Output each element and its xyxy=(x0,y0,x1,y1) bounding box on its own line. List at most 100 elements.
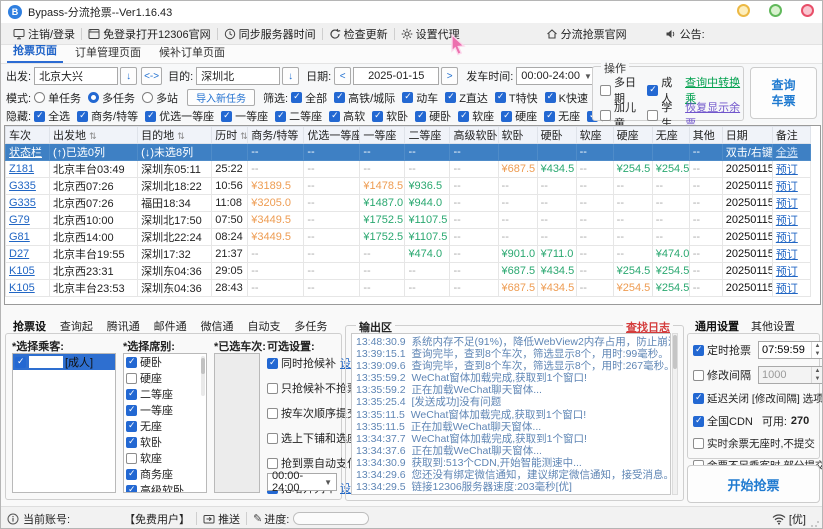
minimize-button[interactable] xyxy=(737,4,750,17)
column-header-1[interactable]: 出发地 ⇅ xyxy=(50,127,138,144)
timed-grab-time-input[interactable] xyxy=(759,342,811,358)
filter-check-0[interactable]: 全部 xyxy=(291,90,327,106)
option-1[interactable]: 只抢候补不抢票 xyxy=(267,380,339,396)
hide-check-4[interactable]: 二等座 xyxy=(275,108,322,124)
checkbox-icon[interactable] xyxy=(495,92,506,103)
log-scrollbar[interactable] xyxy=(672,333,678,495)
train-row-7[interactable]: K105北京丰台23:53深圳东04:3628:43----------¥687… xyxy=(6,280,811,297)
page-tab-2[interactable]: 候补订单页面 xyxy=(153,42,231,63)
page-tab-1[interactable]: 订单管理页面 xyxy=(69,42,147,63)
seat-item-2[interactable]: 二等座 xyxy=(124,386,206,402)
train-row-5[interactable]: D27北京丰台19:55深圳17:3221:37------¥474.0--¥9… xyxy=(6,246,811,263)
checkbox-icon[interactable] xyxy=(334,92,345,103)
hide-check-8[interactable]: 软座 xyxy=(458,108,494,124)
filter-check-4[interactable]: T特快 xyxy=(495,90,538,106)
train-cell[interactable]: K105 xyxy=(6,263,50,280)
checkbox-icon[interactable] xyxy=(77,111,88,122)
seat-item-7[interactable]: 商务座 xyxy=(124,466,206,482)
train-row-2[interactable]: G335北京西07:26福田18:3411:08¥3205.0--¥1487.0… xyxy=(6,195,811,212)
train-cell[interactable]: G81 xyxy=(6,229,50,246)
spinner-arrows-icon[interactable]: ▲▼ xyxy=(811,367,823,383)
checkbox-icon[interactable] xyxy=(145,111,156,122)
column-header-2[interactable]: 目的地 ⇅ xyxy=(138,127,212,144)
checkbox-icon[interactable] xyxy=(126,485,137,494)
delay-close-checkbox[interactable]: 延迟关闭 [修改间隔] 选项 xyxy=(693,391,823,406)
checkbox-icon[interactable] xyxy=(267,383,278,394)
checkbox-icon[interactable] xyxy=(15,357,26,368)
timed-grab-checkbox[interactable]: 定时抢票 xyxy=(693,342,751,358)
filter-check-3[interactable]: Z直达 xyxy=(445,90,488,106)
seat-item-1[interactable]: 硬座 xyxy=(124,370,206,386)
next-date-button[interactable]: > xyxy=(441,67,458,85)
column-header-3[interactable]: 历时 ⇅ xyxy=(212,127,248,144)
checkbox-icon[interactable] xyxy=(291,92,302,103)
train-cell[interactable]: D27 xyxy=(6,246,50,263)
hide-check-1[interactable]: 商务/特等 xyxy=(77,108,138,124)
prev-date-button[interactable]: < xyxy=(334,67,351,85)
checkbox-icon[interactable] xyxy=(267,408,278,419)
option-3[interactable]: 选上下铺和选座 xyxy=(267,430,339,446)
checkbox-icon[interactable] xyxy=(545,92,556,103)
selected-trains-listbox[interactable] xyxy=(214,353,260,493)
seat-item-5[interactable]: 软卧 xyxy=(124,434,206,450)
start-grab-button[interactable]: 开始抢票 xyxy=(687,465,820,503)
train-cell[interactable]: G335 xyxy=(6,195,50,212)
depart-input[interactable] xyxy=(34,67,118,85)
checkbox-icon[interactable] xyxy=(126,357,137,368)
hide-check-10[interactable]: 无座 xyxy=(544,108,580,124)
interval-spinner[interactable]: ▲▼ xyxy=(758,366,823,384)
checkbox-icon[interactable] xyxy=(275,111,286,122)
checkbox-icon[interactable] xyxy=(34,111,45,122)
train-row-1[interactable]: G335北京西07:26深圳北18:2210:56¥3189.5--¥1478.… xyxy=(6,178,811,195)
train-row-3[interactable]: G79北京西10:00深圳北17:5007:50¥3449.5--¥1752.5… xyxy=(6,212,811,229)
grab-time-range-select[interactable]: 00:00-24:00▼ xyxy=(267,473,337,491)
seat-item-0[interactable]: 硬卧 xyxy=(124,354,206,370)
filter-check-2[interactable]: 动车 xyxy=(402,90,438,106)
push-label[interactable]: 推送 xyxy=(218,511,240,527)
menu-item-3[interactable]: 检查更新 xyxy=(323,24,394,44)
interval-input[interactable] xyxy=(759,367,811,383)
seat-item-8[interactable]: 高级软卧 xyxy=(124,482,206,493)
checkbox-icon[interactable] xyxy=(126,437,137,448)
option-2[interactable]: 按车次顺序提交 xyxy=(267,405,339,421)
checkbox-icon[interactable] xyxy=(415,111,426,122)
seat-item-6[interactable]: 软座 xyxy=(124,450,206,466)
filter-check-1[interactable]: 高铁/城际 xyxy=(334,90,395,106)
interval-checkbox[interactable]: 修改间隔 xyxy=(693,367,751,383)
maximize-button[interactable] xyxy=(769,4,782,17)
checkbox-icon[interactable] xyxy=(126,453,137,464)
checkbox-icon[interactable] xyxy=(402,92,413,103)
train-cell[interactable]: 预订 xyxy=(772,161,810,178)
menu-right-item-1[interactable]: 公告: xyxy=(659,24,711,44)
seat-scrollbar[interactable] xyxy=(201,356,205,396)
train-cell[interactable]: 预订 xyxy=(772,195,810,212)
menu-right-item-0[interactable]: 分流抢票官网 xyxy=(540,24,633,44)
hide-check-2[interactable]: 优选一等座 xyxy=(145,108,214,124)
spinner-arrows-icon[interactable]: ▲▼ xyxy=(811,342,823,358)
mode-radio-1[interactable]: 多任务 xyxy=(88,90,135,106)
dest-dropdown-button[interactable]: ↓ xyxy=(282,67,299,85)
checkbox-icon[interactable] xyxy=(221,111,232,122)
dest-input[interactable] xyxy=(196,67,280,85)
train-row-6[interactable]: K105北京西23:31深圳东04:3629:05----------¥687.… xyxy=(6,263,811,280)
option-0[interactable]: 同时抢候补 设置 xyxy=(267,355,339,371)
train-row-0[interactable]: Z181北京丰台03:49深圳东05:1125:22----------¥687… xyxy=(6,161,811,178)
option-4[interactable]: 抢到票自动支付 xyxy=(267,455,339,471)
checkbox-icon[interactable] xyxy=(647,110,658,121)
checkbox-icon[interactable] xyxy=(693,438,704,449)
hide-check-3[interactable]: 一等座 xyxy=(221,108,268,124)
train-cell[interactable]: 预订 xyxy=(772,212,810,229)
train-cell[interactable]: G335 xyxy=(6,178,50,195)
close-button[interactable] xyxy=(801,4,814,17)
checkbox-icon[interactable] xyxy=(445,92,456,103)
train-cell[interactable]: 预订 xyxy=(772,263,810,280)
checkbox-icon[interactable] xyxy=(329,111,340,122)
checkbox-icon[interactable] xyxy=(501,111,512,122)
train-cell[interactable]: K105 xyxy=(6,280,50,297)
seat-item-4[interactable]: 无座 xyxy=(124,418,206,434)
train-cell[interactable]: Z181 xyxy=(6,161,50,178)
checkbox-icon[interactable] xyxy=(372,111,383,122)
mode-radio-2[interactable]: 多站 xyxy=(142,90,178,106)
depart-dropdown-button[interactable]: ↓ xyxy=(120,67,137,85)
query-tickets-button[interactable]: 查询 车票 xyxy=(750,67,817,119)
